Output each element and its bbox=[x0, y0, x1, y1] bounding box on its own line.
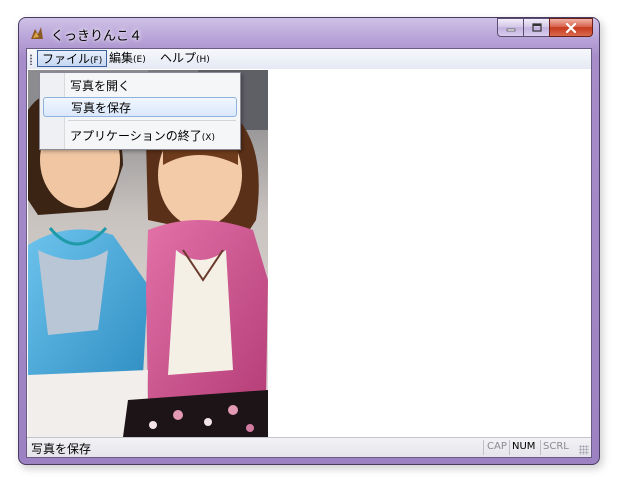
menu-item-label: 写真を開く bbox=[70, 79, 131, 93]
menu-separator bbox=[68, 120, 236, 121]
app-icon bbox=[31, 27, 43, 39]
menu-item-exit[interactable]: アプリケーションの終了(X) bbox=[43, 126, 237, 146]
menu-item-label: 写真を保存 bbox=[71, 101, 132, 115]
size-grip-icon[interactable] bbox=[579, 445, 589, 455]
status-separator bbox=[540, 440, 541, 455]
menu-item-label: アプリケーションの終了 bbox=[70, 129, 202, 143]
num-lock-indicator: NUM bbox=[512, 441, 536, 452]
close-icon bbox=[565, 22, 577, 33]
title-bar[interactable]: くっきりんこ４ bbox=[19, 18, 599, 48]
menu-edit[interactable]: 編集(E) bbox=[105, 50, 150, 67]
menu-help-label: ヘルプ bbox=[160, 51, 197, 65]
status-separator bbox=[509, 440, 510, 455]
maximize-icon bbox=[531, 22, 542, 32]
status-bar: 写真を保存 CAP NUM SCRL bbox=[27, 437, 591, 457]
caps-lock-indicator: CAP bbox=[487, 441, 507, 452]
caption-buttons bbox=[497, 18, 593, 38]
menu-item-accel: (X) bbox=[201, 133, 215, 143]
maximize-button[interactable] bbox=[523, 18, 549, 37]
menu-file[interactable]: ファイル(F) bbox=[37, 50, 108, 67]
scroll-lock-indicator: SCRL bbox=[543, 441, 569, 452]
minimize-icon bbox=[506, 28, 515, 31]
status-text: 写真を保存 bbox=[31, 442, 92, 456]
menubar-grip-icon[interactable] bbox=[30, 54, 32, 65]
status-separator bbox=[483, 440, 484, 455]
menu-help[interactable]: ヘルプ(H) bbox=[156, 50, 214, 67]
minimize-button[interactable] bbox=[497, 18, 523, 37]
menu-item-open-photo[interactable]: 写真を開く bbox=[43, 76, 237, 96]
close-button[interactable] bbox=[549, 18, 593, 37]
menu-edit-label: 編集 bbox=[109, 51, 134, 65]
menu-item-save-photo[interactable]: 写真を保存 bbox=[43, 97, 237, 117]
file-menu-dropdown: 写真を開く 写真を保存 アプリケーションの終了(X) bbox=[39, 72, 241, 150]
window-title: くっきりんこ４ bbox=[51, 29, 143, 44]
menu-help-accel: (H) bbox=[196, 55, 210, 65]
menu-file-accel: (F) bbox=[90, 56, 103, 66]
menu-file-label: ファイル bbox=[42, 52, 91, 66]
menu-edit-accel: (E) bbox=[133, 55, 146, 65]
menu-bar: ファイル(F) 編集(E) ヘルプ(H) bbox=[27, 49, 591, 69]
